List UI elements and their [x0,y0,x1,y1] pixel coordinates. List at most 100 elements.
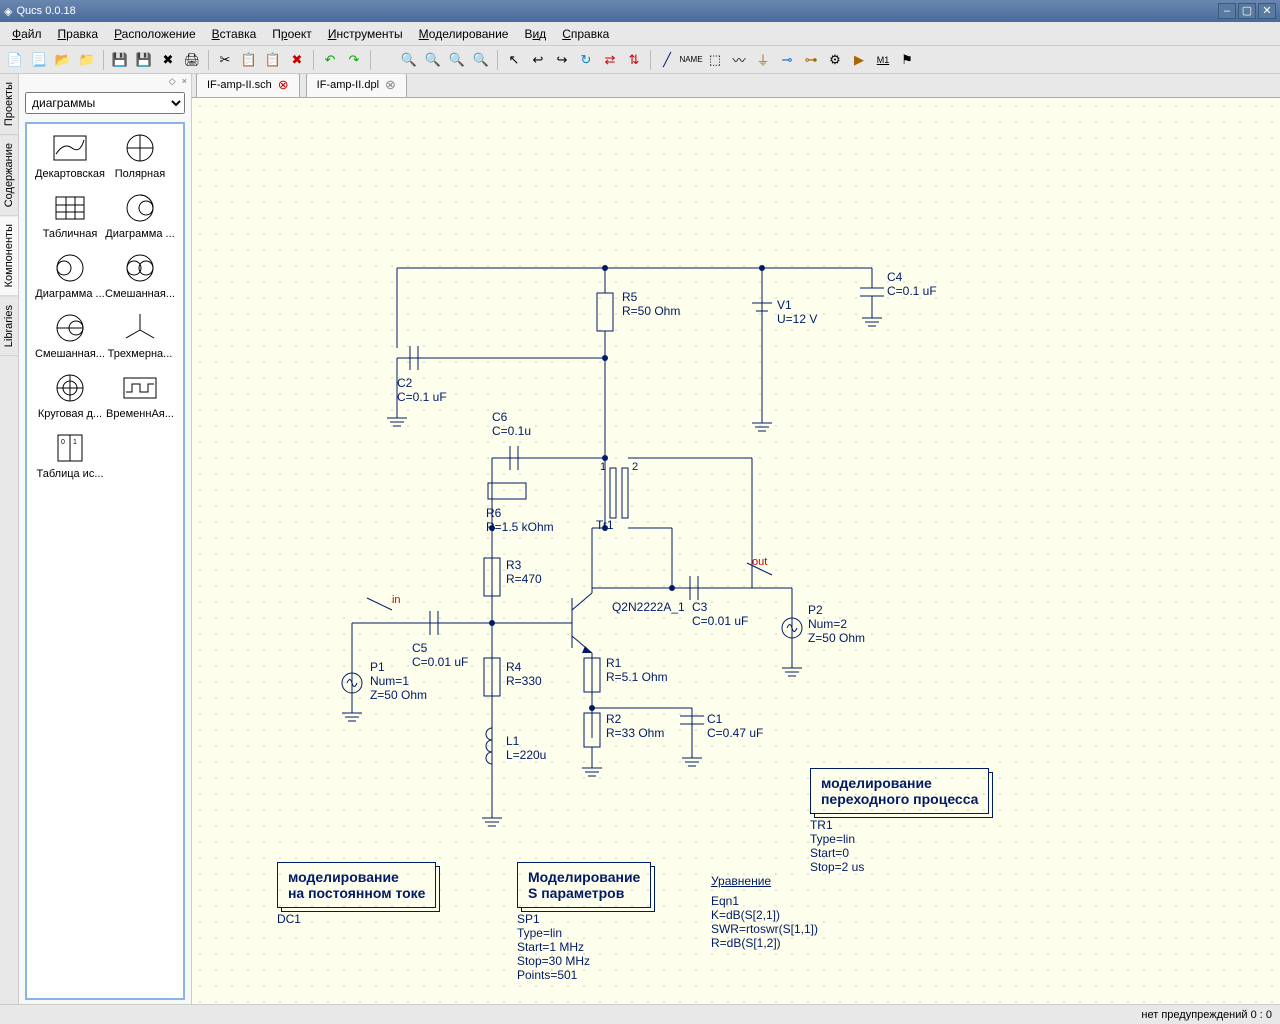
mirror-v-icon[interactable]: ⇅ [623,49,645,71]
window-title: Qucs 0.0.18 [12,5,1216,17]
zoomin-icon[interactable]: 🔍 [422,49,444,71]
wave-icon[interactable]: 〰 [728,49,750,71]
cut-icon[interactable]: ✂ [214,49,236,71]
palette-float-icon[interactable]: ◇ [169,76,176,87]
print-icon[interactable]: 🖨 [181,49,203,71]
palette-grid: Декартовская Полярная Табличная Диаграмм… [25,122,185,1000]
saveall-icon[interactable]: 💾 [133,49,155,71]
palette-item-time[interactable]: ВременнАя... [105,372,175,420]
run-icon[interactable]: ▶ [848,49,870,71]
tab-close-icon[interactable]: ⊗ [385,77,396,93]
mixed2-icon [50,312,90,344]
cursor-icon[interactable]: ↖ [503,49,525,71]
sim-tr-box[interactable]: моделированиепереходного процесса [810,768,989,814]
palette-item-truth[interactable]: 01 Таблица ис... [35,432,105,480]
palette-item-smith[interactable]: Диаграмма ... [105,192,175,240]
port-label-in: in [392,594,401,606]
palette-close-icon[interactable]: × [182,76,187,86]
save-icon[interactable]: 💾 [109,49,131,71]
copy-icon[interactable]: 📋 [238,49,260,71]
cartesian-icon [50,132,90,164]
palette-item-cartesian[interactable]: Декартовская [35,132,105,180]
menu-layout[interactable]: Расположение [106,24,204,44]
titlebar: ◈ Qucs 0.0.18 – ▢ ✕ [0,0,1280,22]
new-icon[interactable]: 📄 [4,49,26,71]
side-tab-content[interactable]: Содержание [0,135,18,216]
paste-icon[interactable]: 📋 [262,49,284,71]
menu-file[interactable]: ФФайлайл [4,24,50,44]
menubar: ФФайлайл Правка Расположение Вставка Про… [0,22,1280,46]
open2-icon[interactable]: 📁 [76,49,98,71]
maximize-button[interactable]: ▢ [1238,3,1256,19]
smith2-icon [50,252,90,284]
toolbar: 📄 📃 📂 📁 💾 💾 ✖ 🖨 ✂ 📋 📋 ✖ ↶ ↷ 🔍 🔍 🔍 🔍 ↖ ↩ … [0,46,1280,74]
close-button[interactable]: ✕ [1258,3,1276,19]
tab-dpl[interactable]: IF-amp-II.dpl ⊗ [306,74,407,97]
svg-text:1: 1 [73,439,77,446]
schematic-canvas[interactable]: 1 2 [192,98,1280,1004]
ground-icon[interactable]: ⏚ [752,49,774,71]
delete-icon[interactable]: ✖ [286,49,308,71]
menu-help[interactable]: Справка [554,24,617,44]
palette-item-polar[interactable]: Полярная [105,132,175,180]
time-icon [120,372,160,404]
m1-icon[interactable]: M1 [872,49,894,71]
axes3d-icon [120,312,160,344]
gear-icon[interactable]: ⚙ [824,49,846,71]
truth-icon: 01 [50,432,90,464]
table-icon [50,192,90,224]
statusbar: нет предупреждений 0 : 0 [0,1004,1280,1024]
side-tab-libraries[interactable]: Libraries [0,297,18,356]
mixed-icon [120,252,160,284]
doc-icon[interactable]: 📃 [28,49,50,71]
sim-sp-box[interactable]: МоделированиеS параметров [517,862,651,908]
svg-text:2: 2 [632,461,638,473]
polar-icon [120,132,160,164]
mirror-h-icon[interactable]: ⇄ [599,49,621,71]
key-icon[interactable]: ⊶ [800,49,822,71]
menu-view[interactable]: Вид [516,24,554,44]
side-tab-components[interactable]: Компоненты [0,216,18,296]
equation-icon[interactable]: ⬚ [704,49,726,71]
close-icon[interactable]: ✖ [157,49,179,71]
menu-tools[interactable]: Инструменты [320,24,411,44]
sim-dc-box[interactable]: моделированиена постоянном токе [277,862,437,908]
palette-item-table[interactable]: Табличная [35,192,105,240]
document-tab-strip: IF-amp-II.sch ⊗ IF-amp-II.dpl ⊗ [192,74,1280,98]
zoomout-icon[interactable]: 🔍 [446,49,468,71]
circular-icon [50,372,90,404]
equation-block[interactable]: Уравнение [711,874,771,888]
palette-item-mixed2[interactable]: Смешанная... [35,312,105,360]
zoom1-icon[interactable]: 🔍 [470,49,492,71]
palette-item-smith2[interactable]: Диаграмма ... [35,252,105,300]
flag-icon[interactable]: ⚑ [896,49,918,71]
tab-sch[interactable]: IF-amp-II.sch ⊗ [196,74,300,97]
menu-simulation[interactable]: Моделирование [411,24,517,44]
fwd-icon[interactable]: ↪ [551,49,573,71]
port-icon[interactable]: ⊸ [776,49,798,71]
undo-icon[interactable]: ↶ [319,49,341,71]
palette-category-select[interactable]: диаграммы [25,92,185,114]
port-label-out: out [752,556,767,568]
side-tab-projects[interactable]: Проекты [0,74,18,135]
open-icon[interactable]: 📂 [52,49,74,71]
minimize-button[interactable]: – [1218,3,1236,19]
tab-close-icon[interactable]: ⊗ [278,77,289,93]
menu-insert[interactable]: Вставка [204,24,265,44]
rotate-icon[interactable]: ↻ [575,49,597,71]
palette-item-circular[interactable]: Круговая д... [35,372,105,420]
svg-text:1: 1 [600,461,606,473]
zoomfit-icon[interactable]: 🔍 [398,49,420,71]
menu-edit[interactable]: Правка [50,24,107,44]
palette-item-mixed[interactable]: Смешанная... [105,252,175,300]
redo-icon[interactable]: ↷ [343,49,365,71]
menu-project[interactable]: Проект [264,24,320,44]
back-icon[interactable]: ↩ [527,49,549,71]
status-text: нет предупреждений 0 : 0 [1141,1009,1272,1021]
svg-text:0: 0 [61,439,65,446]
wire-icon[interactable]: ╱ [656,49,678,71]
palette-item-3d[interactable]: Трехмерна... [105,312,175,360]
side-tab-strip: Проекты Содержание Компоненты Libraries [0,74,19,1004]
name-icon[interactable]: NAME [680,49,702,71]
smith-icon [120,192,160,224]
